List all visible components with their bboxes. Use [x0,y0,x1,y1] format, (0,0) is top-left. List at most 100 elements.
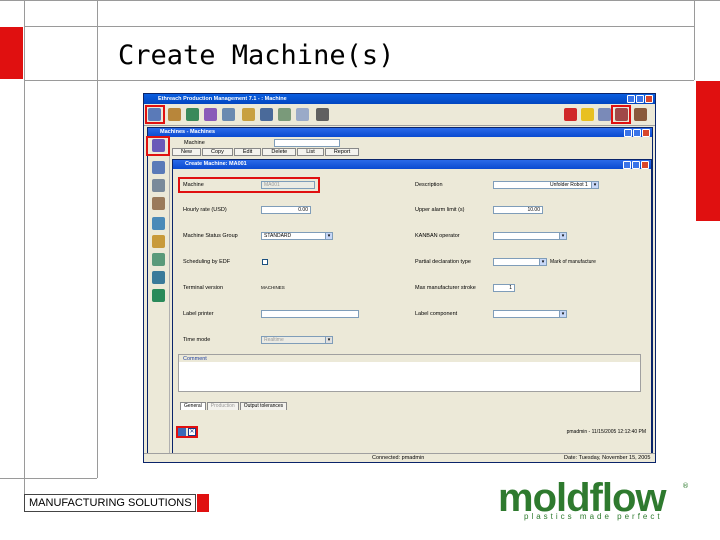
status-group-select[interactable]: STANDARD ▾ [261,232,333,240]
product-icon[interactable] [168,108,181,121]
frame-title-bottom-line [24,80,694,81]
edf-checkbox[interactable] [262,259,268,265]
stack-icon[interactable] [152,289,165,302]
alarm-limit-label: Upper alarm limit (s) [415,207,465,213]
highlight-machines [146,136,170,156]
partial-declaration-select[interactable]: ▾ [493,258,547,266]
connected-status: Connected: pmadmin [372,455,425,461]
toolbox-icon[interactable] [564,108,577,121]
frame-left-inner-line [97,0,98,478]
frame-top-line [0,0,720,1]
pencil-icon[interactable] [242,108,255,121]
tab-production[interactable]: Production [206,402,239,410]
app-titlebar: Ethreach Production Management 7.1 - : M… [144,94,655,104]
machine-label: Machine [183,182,204,188]
frame-bottom-left-line [0,478,97,479]
slide-title: Create Machine(s) [118,40,395,71]
module-sidebar [146,136,170,459]
tab-general[interactable]: General [180,402,206,410]
machine-form: Machine MA001 Hourly rate (USD) 0.00 Mac… [175,170,649,422]
frame-left-line [24,0,25,505]
terminal-version-label: Terminal version [183,285,224,291]
help-icon[interactable] [581,108,594,121]
main-toolbar [144,104,655,126]
cycle-icon[interactable] [186,108,199,121]
app-window: Ethreach Production Management 7.1 - : M… [143,93,656,463]
connect-icon[interactable] [152,271,165,284]
time-mode-select[interactable]: Realtime ▾ [261,336,333,344]
exit-icon[interactable] [634,108,647,121]
max-stroke-label: Max manufacturer stroke [415,285,476,291]
footer-red-block [197,494,209,512]
machine-id-field[interactable]: MA001 [261,181,315,189]
highlight-save-cancel [176,426,198,438]
box-icon[interactable] [152,235,165,248]
machines-window: Machines - Machines Machine New Copy Edi… [146,127,653,460]
close-button[interactable] [645,95,653,103]
description-input[interactable]: Unfolder Robot 1 ▾ [493,181,599,189]
label-component-select[interactable]: ▾ [493,310,567,318]
machines-close-button[interactable] [642,129,650,137]
grid-icon[interactable] [316,108,329,121]
terminal-version-value: MACHINES [261,285,285,290]
edit-button[interactable]: Edit [233,148,262,156]
partial-declaration-extra: Mark of manufacture [550,259,596,265]
moldflow-logo: moldflow plastics made perfect ® [498,478,694,528]
chevron-down-icon: ▾ [539,259,546,265]
highlight-machine-module [145,105,165,124]
app-title: Ethreach Production Management 7.1 - : M… [158,96,287,102]
form-status-text: pmadmin - 11/15/2005 12:12:40 PM [566,429,646,435]
slide: Create Machine(s) Ethreach Production Ma… [0,0,720,540]
tools-icon[interactable] [204,108,217,121]
report-button[interactable]: Report [324,148,360,156]
chevron-down-icon: ▾ [325,337,332,343]
footer-label: MANUFACTURING SOLUTIONS [24,494,196,512]
layout-icon[interactable] [296,108,309,121]
action-buttons: New Copy Edit Delete List Report [172,148,360,156]
chevron-down-icon: ▾ [559,233,566,239]
delete-button[interactable]: Delete [262,148,297,156]
form-minimize-button[interactable] [623,161,631,169]
search-label: Machine [184,140,205,146]
machines-titlebar: Machines - Machines [148,128,652,137]
create-machine-title: Create Machine: MA001 [185,161,247,167]
edit-icon[interactable] [260,108,273,121]
date-status: Date: Tuesday, November 15, 2005 [564,455,651,461]
copy-button[interactable]: Copy [202,148,233,156]
comment-textarea[interactable]: Comment [178,354,641,392]
chart-icon[interactable] [278,108,291,121]
label-component-label: Label component [415,311,458,317]
equipment-icon[interactable] [152,179,165,192]
wrench-icon[interactable] [222,108,235,121]
mold-icon[interactable] [152,197,165,210]
link-icon[interactable] [152,253,165,266]
label-printer-input[interactable] [261,310,359,318]
list-button[interactable]: List [297,148,324,156]
status-group-label: Machine Status Group [183,233,238,239]
accent-right-block [696,81,720,221]
network-icon[interactable] [152,217,165,230]
form-subtabs: General Production Output tolerances [180,402,288,410]
machine-group-icon[interactable] [152,161,165,174]
machine-search-input[interactable] [274,139,340,147]
time-mode-value: Realtime [264,337,284,343]
frame-right-line [694,0,695,80]
user-icon[interactable] [598,108,611,121]
machines-minimize-button[interactable] [624,129,632,137]
max-stroke-input[interactable]: 1 [493,284,515,292]
machines-maximize-button[interactable] [633,129,641,137]
status-group-value: STANDARD [264,233,292,239]
partial-declaration-label: Partial declaration type [415,259,471,265]
hourly-rate-input[interactable]: 0.00 [261,206,311,214]
tab-output-tolerances[interactable]: Output tolerances [239,402,288,410]
new-button[interactable]: New [172,148,202,156]
machines-title: Machines - Machines [160,129,216,135]
minimize-button[interactable] [627,95,635,103]
form-close-button[interactable] [641,161,649,169]
maximize-button[interactable] [636,95,644,103]
alarm-limit-input[interactable]: 10.00 [493,206,543,214]
kanban-operator-select[interactable]: ▾ [493,232,567,240]
form-maximize-button[interactable] [632,161,640,169]
kanban-operator-label: KANBAN operator [415,233,460,239]
create-machine-titlebar: Create Machine: MA001 [173,160,651,169]
